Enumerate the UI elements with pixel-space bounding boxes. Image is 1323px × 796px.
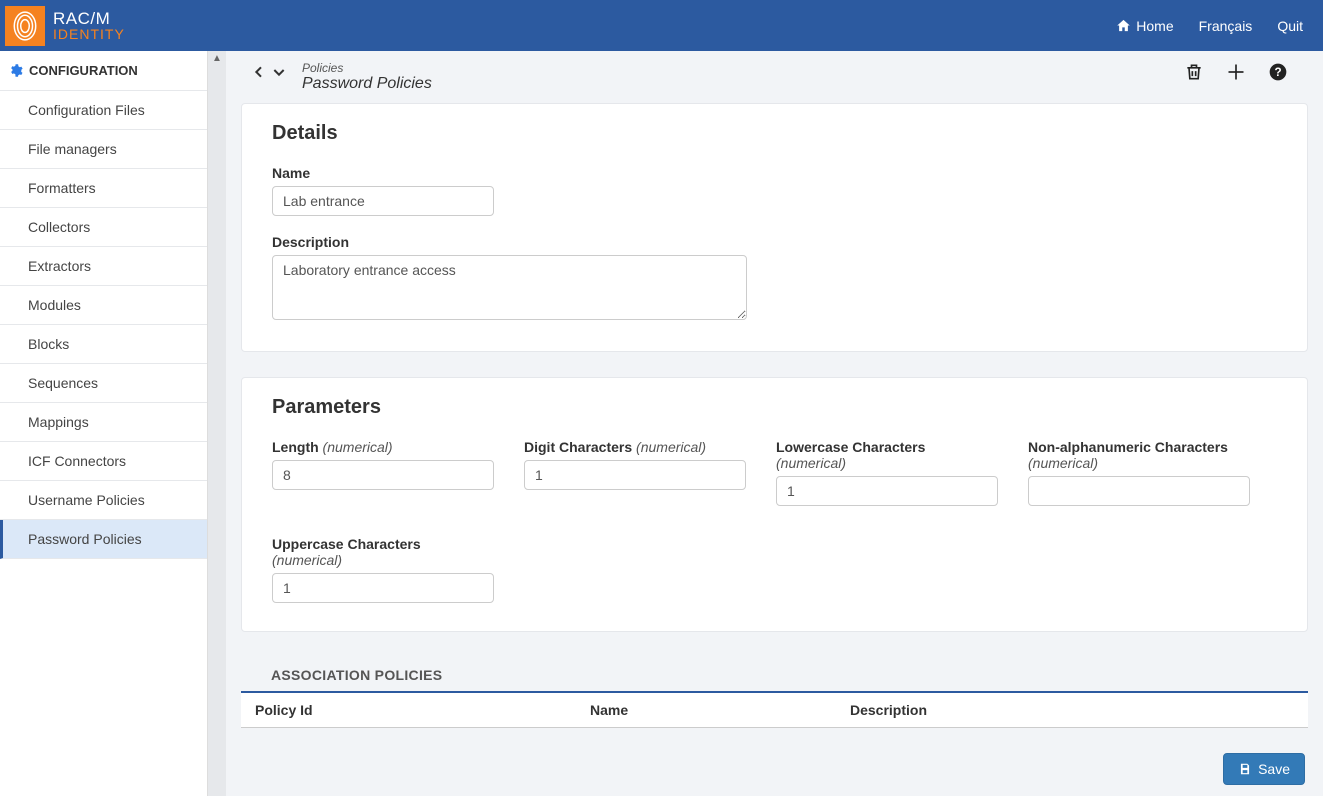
uppercase-label: Uppercase Characters (numerical) (272, 536, 494, 568)
parameters-title: Parameters (272, 396, 1277, 419)
breadcrumb-parent: Policies (302, 61, 432, 75)
content-area: Policies Password Policies ? Details Nam… (226, 51, 1323, 796)
breadcrumb-current: Password Policies (302, 75, 432, 93)
sidebar: CONFIGURATION Configuration FilesFile ma… (0, 51, 208, 796)
quit-link[interactable]: Quit (1277, 18, 1303, 34)
sidebar-item[interactable]: Sequences (0, 364, 207, 403)
col-description: Description (850, 702, 1294, 718)
sidebar-item[interactable]: ICF Connectors (0, 442, 207, 481)
parameters-panel: Parameters Length (numerical) Digit Char… (241, 377, 1308, 632)
save-button[interactable]: Save (1223, 753, 1305, 785)
collapse-arrow-icon[interactable]: ▲ (212, 53, 222, 64)
sidebar-gutter: ▲ (208, 51, 226, 796)
col-policy-id: Policy Id (255, 702, 590, 718)
length-input[interactable] (272, 460, 494, 490)
sidebar-item[interactable]: Blocks (0, 325, 207, 364)
top-nav: Home Français Quit (1116, 18, 1303, 34)
gear-icon (8, 63, 23, 78)
details-title: Details (272, 122, 1277, 145)
sidebar-item[interactable]: Mappings (0, 403, 207, 442)
sidebar-item[interactable]: File managers (0, 130, 207, 169)
name-input[interactable] (272, 186, 494, 216)
sidebar-item[interactable]: Modules (0, 286, 207, 325)
description-input[interactable]: Laboratory entrance access (272, 255, 747, 320)
digit-label: Digit Characters (numerical) (524, 439, 746, 455)
sidebar-item[interactable]: Configuration Files (0, 91, 207, 130)
association-table: Policy Id Name Description (241, 691, 1308, 728)
sidebar-item[interactable]: Password Policies (0, 520, 207, 559)
col-name: Name (590, 702, 850, 718)
lowercase-input[interactable] (776, 476, 998, 506)
language-link[interactable]: Français (1199, 18, 1253, 34)
top-bar: RAC/M IDENTITY Home Français Quit (0, 0, 1323, 51)
lowercase-label: Lowercase Characters (numerical) (776, 439, 998, 471)
association-title: ASSOCIATION POLICIES (241, 657, 1308, 691)
sidebar-item[interactable]: Formatters (0, 169, 207, 208)
home-icon (1116, 18, 1131, 33)
details-panel: Details Name Description Laboratory entr… (241, 103, 1308, 352)
sidebar-item[interactable]: Collectors (0, 208, 207, 247)
sidebar-item[interactable]: Extractors (0, 247, 207, 286)
help-icon[interactable]: ? (1268, 62, 1288, 85)
description-label: Description (272, 234, 1277, 250)
name-label: Name (272, 165, 1277, 181)
fingerprint-icon (5, 6, 45, 46)
length-label: Length (numerical) (272, 439, 494, 455)
nonalpha-input[interactable] (1028, 476, 1250, 506)
nav-down-icon[interactable] (271, 64, 287, 83)
save-icon (1238, 762, 1252, 776)
svg-text:?: ? (1274, 66, 1281, 79)
home-link[interactable]: Home (1116, 18, 1173, 34)
uppercase-input[interactable] (272, 573, 494, 603)
sidebar-section-header[interactable]: CONFIGURATION (0, 51, 207, 91)
delete-icon[interactable] (1184, 61, 1204, 86)
brand-logo[interactable]: RAC/M IDENTITY (5, 6, 125, 46)
nav-back-icon[interactable] (251, 64, 267, 83)
nonalpha-label: Non-alphanumeric Characters (numerical) (1028, 439, 1250, 471)
digit-input[interactable] (524, 460, 746, 490)
add-icon[interactable] (1226, 62, 1246, 85)
brand-subtitle: IDENTITY (53, 26, 125, 42)
sidebar-item[interactable]: Username Policies (0, 481, 207, 520)
